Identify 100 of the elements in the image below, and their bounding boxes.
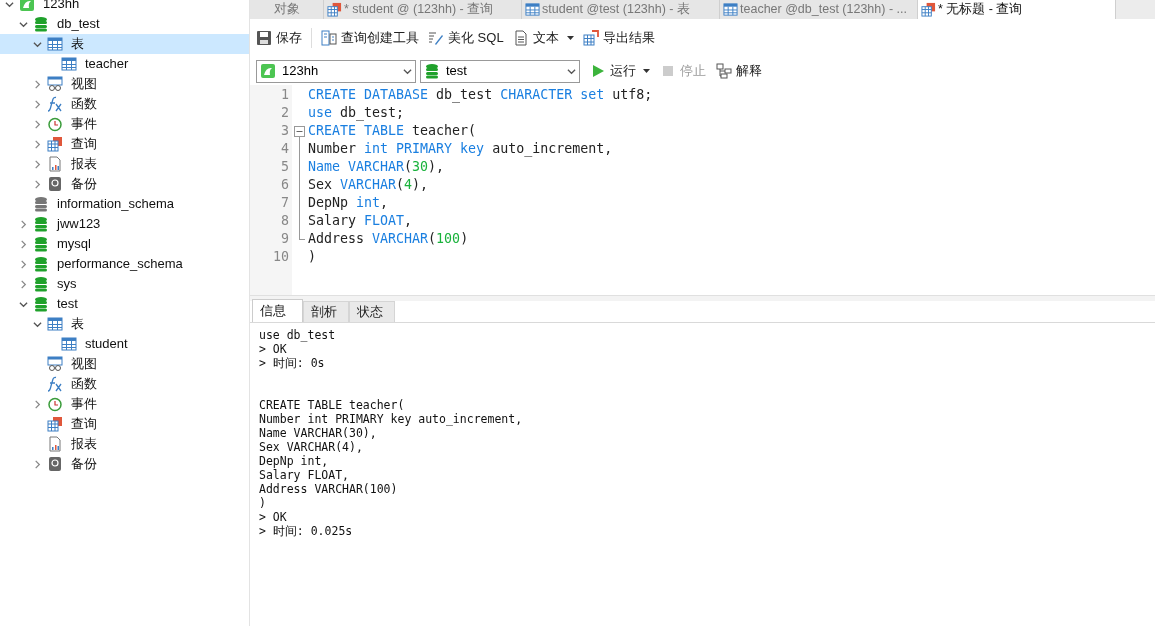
code-line: )	[308, 248, 317, 266]
query-icon	[47, 416, 63, 432]
tree-item[interactable]: 函数	[0, 374, 249, 394]
tree-item[interactable]: information_schema	[0, 194, 249, 214]
message-line: Address VARCHAR(100)	[259, 482, 398, 496]
line-number: 7	[280, 194, 290, 212]
tree-item[interactable]: 表	[0, 34, 249, 54]
document-tab[interactable]: teacher @db_test (123hh) - ...	[720, 0, 918, 19]
tree-item[interactable]: 查询	[0, 134, 249, 154]
chevron-down-icon[interactable]	[403, 66, 412, 76]
table-icon	[525, 2, 540, 17]
result-tab[interactable]: 状态	[349, 301, 395, 322]
chevron-right-icon[interactable]	[32, 459, 42, 469]
toolbar-button[interactable]: 美化 SQL	[428, 28, 504, 48]
database-icon	[33, 16, 49, 32]
code-line: CREATE TABLE teacher(	[308, 122, 478, 140]
toolbar-button[interactable]: 导出结果	[582, 28, 655, 48]
table-icon	[61, 336, 77, 352]
report-icon	[47, 436, 63, 452]
database-icon	[33, 236, 49, 252]
tree-item-label: test	[57, 295, 78, 314]
tree-item[interactable]: 事件	[0, 114, 249, 134]
tree-item[interactable]: performance_schema	[0, 254, 249, 274]
tree-item[interactable]: mysql	[0, 234, 249, 254]
tree-item-label: teacher	[85, 55, 129, 74]
tree-item-label: db_test	[57, 15, 100, 34]
tree-item-label: mysql	[57, 235, 91, 254]
line-number: 1	[280, 86, 290, 104]
tree-item[interactable]: 视图	[0, 354, 249, 374]
message-line: )	[259, 496, 266, 510]
tree-item[interactable]: teacher	[0, 54, 249, 74]
table-icon	[47, 316, 63, 332]
run-toolbar-button[interactable]: 解释	[716, 61, 762, 81]
tree-item[interactable]: student	[0, 334, 249, 354]
database-icon	[33, 276, 49, 292]
tree-item-label: 报表	[71, 155, 97, 174]
message-line: DepNp int,	[259, 454, 329, 468]
explain-icon	[716, 63, 732, 79]
tree-item[interactable]: 备份	[0, 174, 249, 194]
caret-icon[interactable]	[566, 36, 574, 40]
tree-item[interactable]: db_test	[0, 14, 249, 34]
line-number: 6	[280, 176, 290, 194]
document-tab[interactable]: * 无标题 - 查询	[918, 0, 1116, 19]
report-icon	[47, 156, 63, 172]
result-tab[interactable]: 信息	[252, 299, 303, 322]
tree-item[interactable]: 函数	[0, 94, 249, 114]
code-line: Sex VARCHAR(4),	[308, 176, 430, 194]
toolbar-button[interactable]: 查询创建工具	[321, 28, 419, 48]
result-tab[interactable]: 剖析	[303, 301, 349, 322]
code-line: CREATE DATABASE db_test CHARACTER set utf8;	[308, 86, 654, 104]
tree-item[interactable]: 事件	[0, 394, 249, 414]
run-toolbar-button[interactable]: 运行	[590, 61, 650, 81]
line-number: 9	[280, 230, 290, 248]
message-line: > 时间: 0.025s	[259, 524, 353, 538]
toolbar-button[interactable]: 保存	[256, 28, 302, 48]
tree-item[interactable]: 表	[0, 314, 249, 334]
tree-item-label: 备份	[71, 455, 97, 474]
tree-item-label: sys	[57, 275, 77, 294]
table-icon	[723, 2, 738, 17]
tree-item[interactable]: 查询	[0, 414, 249, 434]
tree-item[interactable]: 报表	[0, 154, 249, 174]
code-line: use db_test;	[308, 104, 406, 122]
toolbar-button[interactable]: 文本	[512, 28, 574, 48]
tree-item[interactable]: 视图	[0, 74, 249, 94]
document-tab[interactable]: 对象	[250, 0, 324, 19]
tree-item[interactable]: 报表	[0, 434, 249, 454]
caret-icon[interactable]	[643, 69, 650, 73]
clock-icon	[47, 396, 63, 412]
line-number: 2	[280, 104, 290, 122]
chevron-down-icon[interactable]	[567, 66, 576, 76]
tree-item-label: 查询	[71, 135, 97, 154]
database-icon	[33, 216, 49, 232]
chevron-right-icon[interactable]	[32, 399, 42, 409]
message-line: Number int PRIMARY key auto_increment,	[259, 412, 523, 426]
document-tab[interactable]: student @test (123hh) - 表	[522, 0, 720, 19]
stop-icon	[660, 63, 676, 79]
sql-editor[interactable]	[250, 85, 1155, 296]
clock-icon	[47, 116, 63, 132]
function-icon	[47, 96, 63, 112]
tree-item-label: 视图	[71, 355, 97, 374]
code-line: DepNp int,	[308, 194, 390, 212]
document-tab[interactable]: * student @ (123hh) - 查询	[324, 0, 522, 19]
export-icon	[582, 30, 599, 46]
database-select[interactable]: test	[420, 59, 580, 83]
tree-item[interactable]: 备份	[0, 454, 249, 474]
tree-item[interactable]: jww123	[0, 214, 249, 234]
line-number: 5	[280, 158, 290, 176]
pencil-icon	[428, 30, 444, 46]
table-icon	[61, 56, 77, 72]
message-line: Name VARCHAR(30),	[259, 426, 377, 440]
tree-item[interactable]: test	[0, 294, 249, 314]
backup-icon	[47, 456, 63, 472]
connection-select[interactable]: 123hh	[256, 59, 416, 83]
function-icon	[47, 376, 63, 392]
database-icon	[33, 256, 49, 272]
database-icon	[33, 196, 49, 212]
tree-item-label: 事件	[71, 395, 97, 414]
tree-item[interactable]: sys	[0, 274, 249, 294]
message-line: Salary FLOAT,	[259, 468, 349, 482]
save-icon	[256, 30, 272, 46]
